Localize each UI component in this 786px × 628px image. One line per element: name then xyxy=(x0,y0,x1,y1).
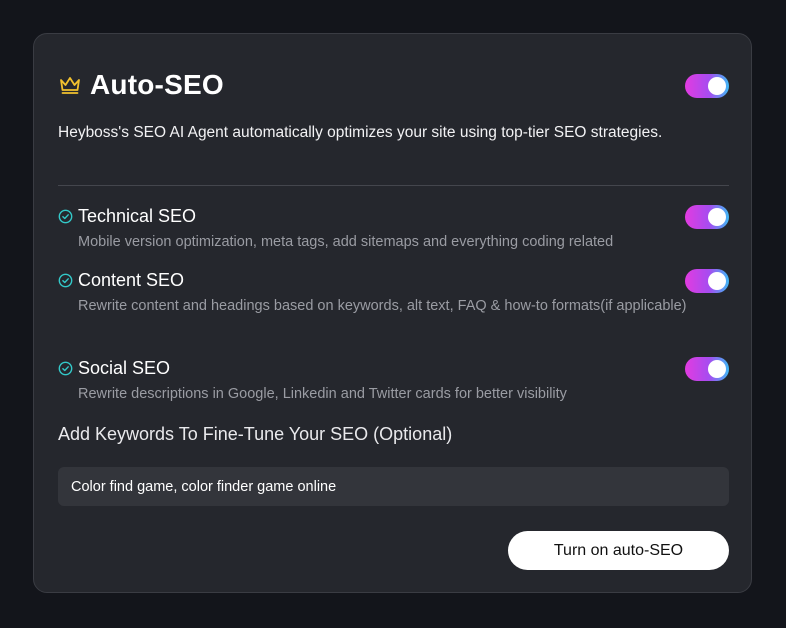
keywords-label: Add Keywords To Fine-Tune Your SEO (Opti… xyxy=(58,424,453,444)
toggle-knob xyxy=(708,208,726,226)
turn-on-auto-seo-button[interactable]: Turn on auto-SEO xyxy=(508,531,729,570)
feature-content-seo: Content SEO xyxy=(58,268,184,292)
panel-title: Auto-SEO xyxy=(90,69,224,100)
check-circle-icon xyxy=(58,273,73,288)
keywords-input[interactable] xyxy=(58,467,729,506)
panel-header: Auto-SEO xyxy=(58,68,224,102)
toggle-knob xyxy=(708,272,726,290)
feature-technical-seo: Technical SEO xyxy=(58,204,196,228)
feature-label: Technical SEO xyxy=(78,205,197,226)
toggle-knob xyxy=(708,77,726,95)
auto-seo-panel: Auto-SEO Heyboss's SEO AI Agent automati… xyxy=(33,33,752,593)
feature-description: Rewrite content and headings based on ke… xyxy=(78,298,687,314)
social-seo-toggle[interactable] xyxy=(685,357,729,381)
auto-seo-toggle[interactable] xyxy=(685,74,729,98)
check-circle-icon xyxy=(58,361,73,376)
content-seo-toggle[interactable] xyxy=(685,269,729,293)
feature-label: Content SEO xyxy=(78,269,185,290)
check-circle-icon xyxy=(58,209,73,224)
feature-social-seo: Social SEO xyxy=(58,356,170,380)
feature-description: Mobile version optimization, meta tags, … xyxy=(78,234,614,250)
feature-description: Rewrite descriptions in Google, Linkedin… xyxy=(78,386,567,402)
crown-icon xyxy=(58,73,82,97)
toggle-knob xyxy=(708,360,726,378)
technical-seo-toggle[interactable] xyxy=(685,205,729,229)
panel-description: Heyboss's SEO AI Agent automatically opt… xyxy=(58,124,663,141)
divider xyxy=(58,185,729,186)
feature-label: Social SEO xyxy=(78,357,171,378)
